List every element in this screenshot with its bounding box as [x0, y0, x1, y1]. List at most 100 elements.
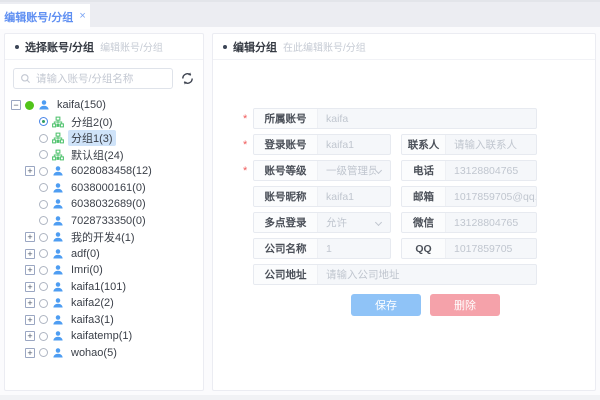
field-placeholder[interactable]: 请输入公司地址 [318, 267, 536, 282]
tree-item[interactable]: + kaifa2(2) [11, 295, 199, 312]
expander-plus-icon[interactable]: + [25, 265, 35, 275]
user-icon [52, 347, 64, 359]
search-placeholder: 请输入账号/分组名称 [36, 71, 133, 86]
field-value[interactable]: kaifa [318, 113, 536, 125]
tree-item[interactable]: 默认组(24) [11, 147, 199, 164]
field-placeholder[interactable]: 请输入联系人 [446, 137, 536, 152]
tree-radio-button[interactable] [39, 315, 48, 324]
input-field[interactable]: 登录账号kaifa1 [253, 134, 391, 155]
tree-radio-button[interactable] [39, 348, 48, 357]
expander-plus-icon[interactable]: + [25, 166, 35, 176]
field-value[interactable]: 13128804765 [446, 217, 536, 229]
field-value[interactable]: 一级管理员 [318, 163, 376, 178]
tree-item[interactable]: + adf(0) [11, 246, 199, 263]
search-input[interactable]: 请输入账号/分组名称 [13, 68, 173, 89]
delete-button[interactable]: 删除 [430, 294, 500, 316]
expander-plus-icon[interactable]: + [25, 282, 35, 292]
tree-radio-button[interactable] [39, 150, 48, 159]
tree-item[interactable]: 6038000161(0) [11, 180, 199, 197]
tree-radio-button[interactable] [39, 299, 48, 308]
tree-radio-button[interactable] [39, 282, 48, 291]
select-field[interactable]: 账号等级一级管理员 [253, 160, 391, 181]
required-asterisk: * [243, 139, 253, 151]
tree-item-label[interactable]: kaifa(150) [54, 99, 109, 111]
chevron-down-icon [375, 219, 382, 226]
tree-item-label[interactable]: 7028733350(0) [68, 215, 149, 227]
tree-item-label[interactable]: 默认组(24) [68, 147, 127, 163]
tree-item-label[interactable]: kaifa1(101) [68, 281, 129, 293]
tree-item[interactable]: + kaifa1(101) [11, 279, 199, 296]
tree-item[interactable]: + kaifa3(1) [11, 312, 199, 329]
input-field[interactable]: 公司地址请输入公司地址 [253, 264, 537, 285]
form-row: 公司名称1 QQ1017859705 [243, 238, 543, 259]
tree-item-label[interactable]: kaifa2(2) [68, 297, 117, 309]
tree-item-label[interactable]: kaifatemp(1) [68, 330, 135, 342]
tree-item[interactable]: 分组2(0) [11, 114, 199, 131]
tree-item-label[interactable]: Imri(0) [68, 264, 106, 276]
field-label: 公司名称 [254, 239, 318, 258]
tab-bar: 编辑账号/分组 × [0, 0, 600, 27]
expander-plus-icon[interactable]: + [25, 348, 35, 358]
field-value[interactable]: kaifa1 [318, 191, 390, 203]
tree-item[interactable]: 分组1(3) [11, 130, 199, 147]
tree-item[interactable]: 6038032689(0) [11, 196, 199, 213]
tree-item-label[interactable]: kaifa3(1) [68, 314, 117, 326]
user-icon [52, 314, 64, 326]
input-field[interactable]: 公司名称1 [253, 238, 391, 259]
expander-minus-icon[interactable]: − [11, 100, 21, 110]
user-icon [52, 297, 64, 309]
tree-item-label[interactable]: wohao(5) [68, 347, 120, 359]
field-value[interactable]: 13128804765 [446, 165, 536, 177]
tree-item-label[interactable]: 分组2(0) [68, 114, 116, 130]
tree-radio-button[interactable] [39, 167, 48, 176]
tree-item-label[interactable]: 6038032689(0) [68, 198, 149, 210]
tree-item-label[interactable]: adf(0) [68, 248, 103, 260]
field-value[interactable]: 1 [318, 243, 390, 255]
tree-item-label[interactable]: 6038000161(0) [68, 182, 149, 194]
expander-plus-icon[interactable]: + [25, 315, 35, 325]
tree-item[interactable]: + kaifatemp(1) [11, 328, 199, 345]
tree-radio-button[interactable] [39, 266, 48, 275]
tree-radio-button[interactable] [39, 200, 48, 209]
input-field[interactable]: 联系人请输入联系人 [401, 134, 537, 155]
input-field[interactable]: QQ1017859705 [401, 238, 537, 259]
field-label: 电话 [402, 161, 446, 180]
field-value[interactable]: kaifa1 [318, 139, 390, 151]
tree-item-label[interactable]: 6028083458(12) [68, 165, 155, 177]
field-value[interactable]: 1017859705 [446, 243, 536, 255]
tree-radio-button[interactable] [39, 249, 48, 258]
tree-item[interactable]: − kaifa(150) [11, 97, 199, 114]
group-icon [52, 149, 64, 161]
tab-close-icon[interactable]: × [79, 11, 85, 22]
tree-radio-button[interactable] [39, 183, 48, 192]
tree-item[interactable]: 7028733350(0) [11, 213, 199, 230]
expander-plus-icon[interactable]: + [25, 298, 35, 308]
expander-plus-icon[interactable]: + [25, 249, 35, 259]
tree-radio-button[interactable] [39, 332, 48, 341]
refresh-icon[interactable] [180, 71, 195, 86]
field-value[interactable]: 允许 [318, 215, 376, 230]
save-button[interactable]: 保存 [351, 294, 421, 316]
input-field[interactable]: 邮箱1017859705@qq.com [401, 186, 537, 207]
input-field[interactable]: 所属账号kaifa [253, 108, 537, 129]
tree-item-label[interactable]: 我的开发4(1) [68, 229, 138, 245]
tree-item-label[interactable]: 分组1(3) [68, 130, 116, 146]
tree-radio-button[interactable] [39, 134, 48, 143]
input-field[interactable]: 微信13128804765 [401, 212, 537, 233]
tree-radio-button[interactable] [39, 117, 48, 126]
input-field[interactable]: 电话13128804765 [401, 160, 537, 181]
tab-edit-account-group[interactable]: 编辑账号/分组 × [0, 4, 90, 29]
expander-plus-icon[interactable]: + [25, 232, 35, 242]
select-field[interactable]: 多点登录允许 [253, 212, 391, 233]
tree-item[interactable]: + Imri(0) [11, 262, 199, 279]
tree-radio-button[interactable] [39, 233, 48, 242]
tree-item[interactable]: + wohao(5) [11, 345, 199, 362]
tree-radio-button[interactable] [39, 216, 48, 225]
tree-item[interactable]: +6028083458(12) [11, 163, 199, 180]
tree-item[interactable]: + 我的开发4(1) [11, 229, 199, 246]
expander-plus-icon[interactable]: + [25, 331, 35, 341]
field-value[interactable]: 1017859705@qq.com [446, 191, 536, 203]
input-field[interactable]: 账号昵称kaifa1 [253, 186, 391, 207]
user-icon [52, 165, 64, 177]
user-icon [52, 248, 64, 260]
